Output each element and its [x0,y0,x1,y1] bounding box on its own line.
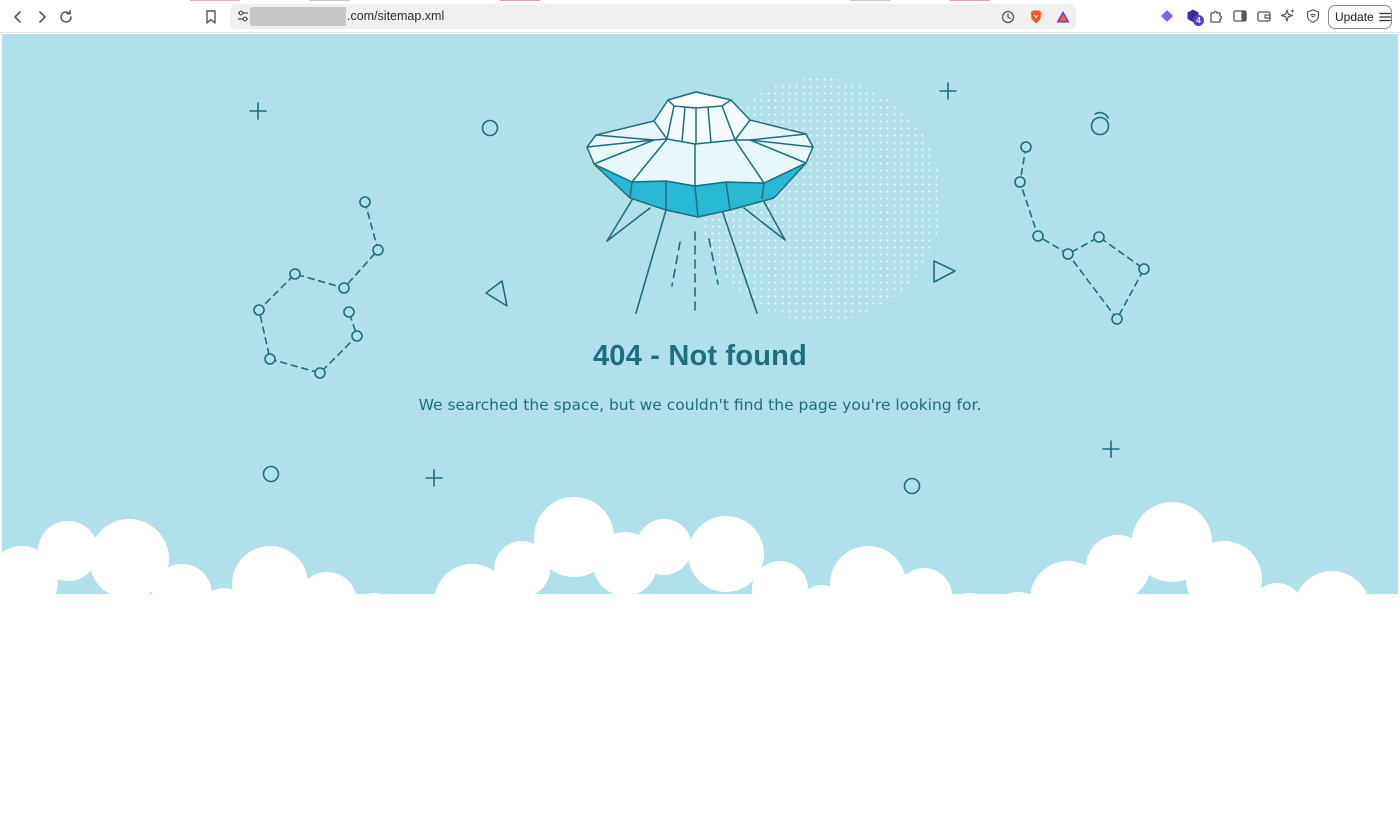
wallet-icon [1257,11,1271,22]
update-menu-button[interactable]: Update [1328,5,1392,29]
update-label: Update [1335,10,1374,24]
sidebar-toggle-button[interactable] [1230,6,1250,26]
history-icon [1001,10,1015,24]
shield-wifi-icon [1306,9,1320,23]
diamond-gradient-icon [1161,10,1173,22]
chevron-right-icon [39,11,46,23]
sparkle-icon [1280,9,1294,22]
address-bar[interactable]: .com/sitemap.xml [230,4,1076,29]
vpn-button[interactable] [1303,6,1323,26]
back-button[interactable] [6,5,30,29]
error-message: We searched the space, but we couldn't f… [418,396,982,414]
bookmark-icon [206,10,216,24]
brave-rewards-button[interactable] [1053,7,1073,27]
forward-button[interactable] [30,5,54,29]
sidebar-icon [1233,10,1247,22]
url-text: .com/sitemap.xml [347,9,445,23]
bookmark-button[interactable] [199,5,223,29]
extension-badge-button[interactable]: 4 [1183,6,1204,26]
chevron-left-icon [14,11,21,23]
extensions-button[interactable] [1206,6,1226,26]
hamburger-menu-icon [1378,12,1391,22]
reload-button[interactable] [54,5,78,29]
page-title: 404 - Not found [592,340,808,372]
not-found-page: 404 - Not found We searched the space, b… [2,34,1398,822]
leo-ai-button[interactable] [1278,6,1298,26]
brave-shields-button[interactable] [1026,7,1046,27]
browser-toolbar: .com/sitemap.xml 4 Update [0,0,1400,33]
space-scene-illustration [2,34,1398,822]
wallet-button[interactable] [1254,6,1274,26]
puzzle-icon [1210,10,1223,23]
extension-leo-button[interactable] [1157,6,1177,26]
rewards-triangle-icon [1056,11,1070,23]
tab-strip-edge [190,0,1100,2]
brave-lion-icon [1031,10,1041,24]
extension-count-badge: 4 [1193,15,1204,26]
site-settings-icon[interactable] [236,9,250,23]
history-button[interactable] [998,7,1018,27]
reload-icon [60,10,72,23]
redacted-domain [250,7,346,26]
